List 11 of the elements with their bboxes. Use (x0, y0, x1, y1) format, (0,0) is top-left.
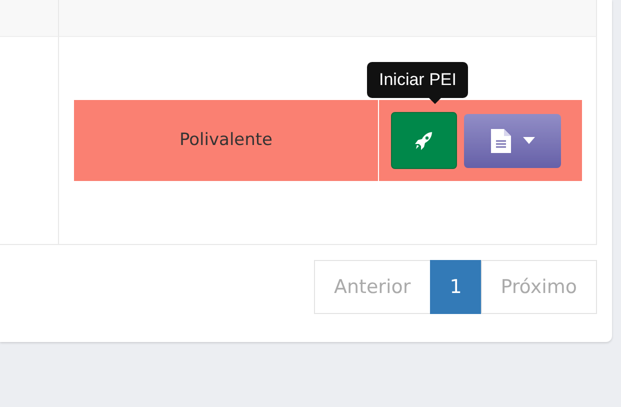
rocket-icon (414, 130, 434, 150)
page-link[interactable]: 1 (430, 260, 482, 314)
start-button[interactable] (391, 112, 457, 169)
document-menu-button[interactable] (464, 114, 561, 168)
caret-icon (522, 137, 534, 144)
table-cell: Polivalente (74, 100, 379, 181)
tooltip-arrow (428, 97, 442, 104)
tooltip: Iniciar PEI (367, 62, 468, 98)
document-icon (490, 128, 510, 152)
page-link[interactable]: Anterior (314, 260, 431, 314)
page-link[interactable]: Próximo (480, 260, 597, 314)
